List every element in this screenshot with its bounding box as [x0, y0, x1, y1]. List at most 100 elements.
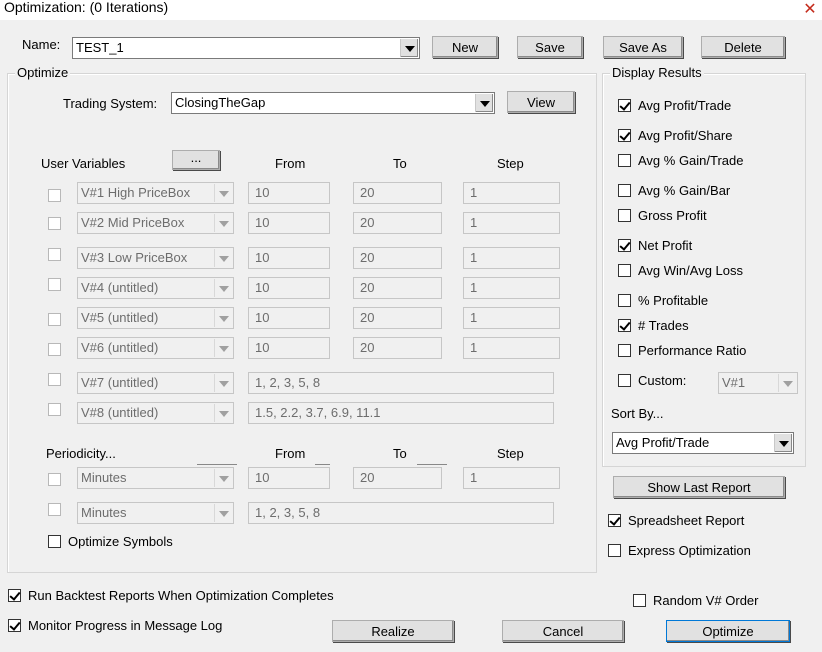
periodicity-from-field[interactable]: 10: [248, 467, 330, 489]
sort-by-combo[interactable]: Avg Profit/Trade: [612, 432, 794, 454]
step-value: 1: [470, 250, 478, 265]
variable-combo-2[interactable]: V#2 Mid PriceBox: [77, 212, 234, 234]
step-field-5[interactable]: 1: [463, 307, 560, 329]
periodicity-combo-2[interactable]: Minutes: [77, 502, 234, 524]
avg-gain-bar-label: Avg % Gain/Bar: [638, 183, 731, 198]
close-icon[interactable]: ✕: [802, 2, 818, 18]
chevron-down-icon[interactable]: [774, 434, 792, 452]
realize-button[interactable]: Realize: [332, 620, 454, 642]
list-field-7[interactable]: 1, 2, 3, 5, 8: [248, 372, 554, 394]
list-value: 1.5, 2.2, 3.7, 6.9, 11.1: [255, 405, 381, 420]
step-field-6[interactable]: 1: [463, 337, 560, 359]
from-field-1[interactable]: 10: [248, 182, 330, 204]
periodicity-to-field[interactable]: 20: [353, 467, 442, 489]
window-title: Optimization: (0 Iterations): [4, 0, 169, 15]
variable-combo-3[interactable]: V#3 Low PriceBox: [77, 247, 234, 269]
optimize-button[interactable]: Optimize: [666, 620, 790, 642]
step-field-4[interactable]: 1: [463, 277, 560, 299]
chevron-down-icon[interactable]: [214, 184, 232, 202]
variable-checkbox-2[interactable]: [48, 217, 61, 230]
chevron-down-icon[interactable]: [214, 279, 232, 297]
net-profit-checkbox[interactable]: [618, 239, 631, 252]
chevron-down-icon[interactable]: [214, 309, 232, 327]
variable-combo-4[interactable]: V#4 (untitled): [77, 277, 234, 299]
periodicity-checkbox-1[interactable]: [48, 473, 61, 486]
spreadsheet-report-checkbox[interactable]: [608, 514, 621, 527]
save-as-button[interactable]: Save As: [603, 36, 683, 58]
chevron-down-icon[interactable]: [214, 339, 232, 357]
list-field-8[interactable]: 1.5, 2.2, 3.7, 6.9, 11.1: [248, 402, 554, 424]
to-field-6[interactable]: 20: [353, 337, 442, 359]
variable-combo-8[interactable]: V#8 (untitled): [77, 402, 234, 424]
variable-combo-5[interactable]: V#5 (untitled): [77, 307, 234, 329]
periodicity-unit: Minutes: [81, 505, 127, 520]
periodicity-step-header: Step: [497, 446, 524, 461]
to-field-3[interactable]: 20: [353, 247, 442, 269]
chevron-down-icon[interactable]: [475, 94, 493, 112]
chevron-down-icon[interactable]: [778, 374, 796, 392]
chevron-down-icon[interactable]: [214, 214, 232, 232]
optimize-symbols-checkbox[interactable]: [48, 535, 61, 548]
variable-combo-7[interactable]: V#7 (untitled): [77, 372, 234, 394]
variable-checkbox-6[interactable]: [48, 343, 61, 356]
to-field-1[interactable]: 20: [353, 182, 442, 204]
variable-checkbox-7[interactable]: [48, 373, 61, 386]
chevron-down-icon[interactable]: [214, 404, 232, 422]
custom-combo[interactable]: V#1: [718, 372, 798, 394]
avg-gain-bar-checkbox[interactable]: [618, 184, 631, 197]
chevron-down-icon[interactable]: [214, 504, 232, 522]
chevron-down-icon[interactable]: [400, 39, 418, 57]
avg-gain-trade-label: Avg % Gain/Trade: [638, 153, 744, 168]
avg-profit-share-checkbox[interactable]: [618, 129, 631, 142]
variable-combo-1[interactable]: V#1 High PriceBox: [77, 182, 234, 204]
percent-profitable-checkbox[interactable]: [618, 294, 631, 307]
periodicity-combo-1[interactable]: Minutes: [77, 467, 234, 489]
variable-checkbox-4[interactable]: [48, 278, 61, 291]
chevron-down-icon[interactable]: [214, 374, 232, 392]
step-field-1[interactable]: 1: [463, 182, 560, 204]
variable-checkbox-5[interactable]: [48, 313, 61, 326]
from-field-6[interactable]: 10: [248, 337, 330, 359]
periodicity-list-field[interactable]: 1, 2, 3, 5, 8: [248, 502, 554, 524]
step-field-3[interactable]: 1: [463, 247, 560, 269]
show-last-report-button[interactable]: Show Last Report: [613, 476, 785, 498]
name-combo[interactable]: TEST_1: [72, 37, 420, 59]
custom-checkbox[interactable]: [618, 374, 631, 387]
avg-profit-trade-label: Avg Profit/Trade: [638, 98, 732, 113]
avg-win-loss-checkbox[interactable]: [618, 264, 631, 277]
delete-button[interactable]: Delete: [701, 36, 785, 58]
trading-system-combo[interactable]: ClosingTheGap: [171, 92, 495, 114]
from-field-2[interactable]: 10: [248, 212, 330, 234]
trades-checkbox[interactable]: [618, 319, 631, 332]
to-field-2[interactable]: 20: [353, 212, 442, 234]
step-value: 1: [470, 340, 478, 355]
monitor-progress-checkbox[interactable]: [8, 619, 21, 632]
from-field-4[interactable]: 10: [248, 277, 330, 299]
step-field-2[interactable]: 1: [463, 212, 560, 234]
periodicity-checkbox-2[interactable]: [48, 503, 61, 516]
periodicity-step-field[interactable]: 1: [463, 467, 560, 489]
variable-combo-6[interactable]: V#6 (untitled): [77, 337, 234, 359]
variable-checkbox-8[interactable]: [48, 403, 61, 416]
express-optimization-checkbox[interactable]: [608, 544, 621, 557]
to-field-5[interactable]: 20: [353, 307, 442, 329]
user-variables-ellipsis-button[interactable]: ...: [172, 150, 220, 170]
variable-checkbox-3[interactable]: [48, 248, 61, 261]
performance-ratio-checkbox[interactable]: [618, 344, 631, 357]
variable-checkbox-1[interactable]: [48, 189, 61, 202]
gross-profit-checkbox[interactable]: [618, 209, 631, 222]
sort-by-value: Avg Profit/Trade: [616, 435, 710, 450]
random-order-checkbox[interactable]: [633, 594, 646, 607]
run-backtest-checkbox[interactable]: [8, 589, 21, 602]
view-button[interactable]: View: [507, 91, 575, 113]
from-field-3[interactable]: 10: [248, 247, 330, 269]
to-field-4[interactable]: 20: [353, 277, 442, 299]
new-button[interactable]: New: [432, 36, 498, 58]
avg-gain-trade-checkbox[interactable]: [618, 154, 631, 167]
from-field-5[interactable]: 10: [248, 307, 330, 329]
cancel-button[interactable]: Cancel: [502, 620, 624, 642]
chevron-down-icon[interactable]: [214, 469, 232, 487]
chevron-down-icon[interactable]: [214, 249, 232, 267]
avg-profit-trade-checkbox[interactable]: [618, 99, 631, 112]
save-button[interactable]: Save: [517, 36, 583, 58]
